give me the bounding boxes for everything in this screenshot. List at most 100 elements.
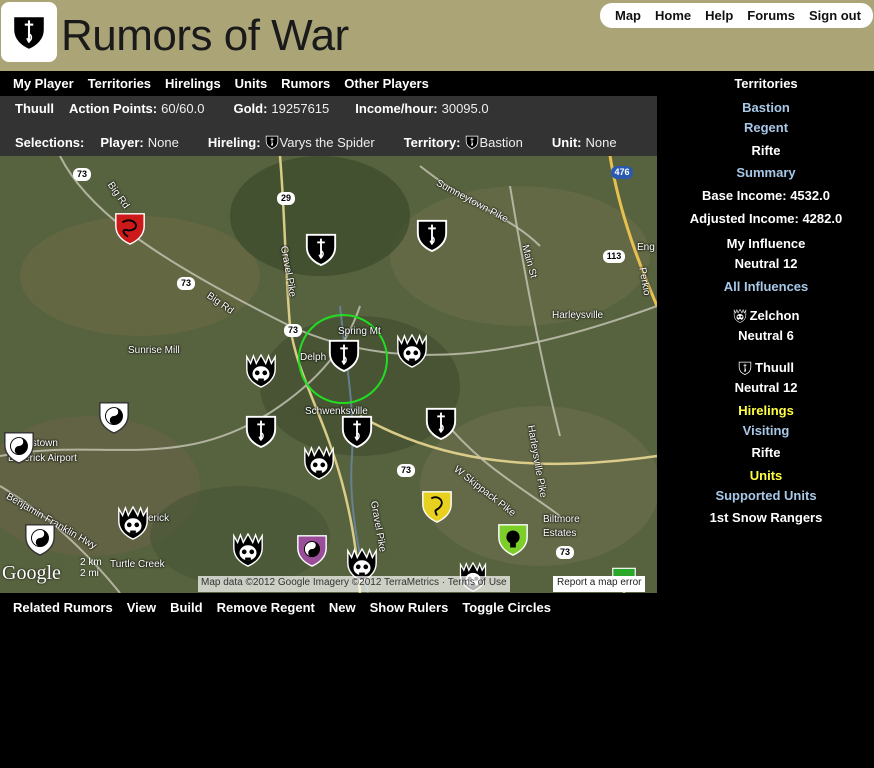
adjusted-income: Adjusted Income: 4282.0	[689, 211, 843, 226]
shield-dagger-icon[interactable]	[304, 230, 338, 268]
hirelings-heading[interactable]: Hirelings	[660, 401, 872, 421]
main-menu: My Player Territories Hirelings Units Ru…	[0, 71, 657, 96]
income-value: 30095.0	[441, 101, 489, 116]
menu-other-players[interactable]: Other Players	[344, 76, 429, 91]
skull-flame-icon[interactable]	[244, 352, 278, 390]
sel-territory-value[interactable]: Bastion	[480, 135, 523, 150]
shield-dagger-icon	[10, 10, 48, 54]
panel-heading: Territories	[734, 76, 798, 91]
status-row: Thuull Action Points: 60/60.0 Gold: 1925…	[15, 101, 489, 116]
map-label: Delph	[300, 352, 327, 363]
nav-forums[interactable]: Forums	[747, 8, 795, 23]
shield-dagger-icon[interactable]	[244, 412, 278, 450]
my-influence-value: Neutral 12	[734, 256, 798, 271]
menu-hirelings[interactable]: Hirelings	[165, 76, 221, 91]
territory-shield-icon	[465, 134, 479, 150]
nav-home[interactable]: Home	[655, 8, 691, 23]
top-nav: Map Home Help Forums Sign out	[600, 3, 873, 28]
visiting-link[interactable]: Visiting	[660, 421, 872, 441]
map-label: erick	[148, 513, 170, 524]
selections-row: Selections: Player: None Hireling: Varys…	[15, 134, 617, 150]
sel-player-value[interactable]: None	[148, 135, 179, 150]
yin-yang-shield-icon[interactable]	[2, 428, 36, 466]
base-income: Base Income: 4532.0	[702, 188, 830, 203]
gold-value: 19257615	[271, 101, 330, 116]
thuull-name: Thuull	[755, 360, 794, 375]
gold-label: Gold:	[233, 101, 268, 116]
nav-sign-out[interactable]: Sign out	[809, 8, 861, 23]
yin-yang-shield-icon[interactable]	[23, 520, 57, 558]
influence-thuull: Thuull	[660, 358, 872, 378]
sel-unit-label: Unit:	[551, 134, 582, 150]
unit-name: 1st Snow Rangers	[709, 510, 823, 525]
map-label: Biltmore	[543, 514, 580, 525]
purple-yin-yang-shield-icon[interactable]	[295, 531, 329, 569]
green-skull-shield-icon[interactable]	[496, 520, 530, 558]
action-points-value: 60/60.0	[161, 101, 205, 116]
map-actions: Related Rumors View Build Remove Regent …	[0, 597, 657, 617]
route-shield: 29	[277, 192, 295, 205]
selections-label: Selections:	[15, 134, 85, 150]
route-shield: 73	[73, 168, 91, 181]
google-logo[interactable]: Google	[2, 562, 61, 585]
scale-km: 2 km	[80, 557, 102, 568]
skull-flame-icon[interactable]	[116, 504, 150, 542]
new-button[interactable]: New	[329, 600, 356, 615]
nav-map[interactable]: Map	[615, 8, 641, 23]
menu-territories[interactable]: Territories	[88, 76, 151, 91]
hireling-shield-icon	[265, 134, 279, 150]
shield-dagger-icon[interactable]	[415, 216, 449, 254]
map-label: Harleysville	[552, 310, 604, 321]
regent-name: Rifte	[751, 143, 781, 158]
route-shield: 73	[397, 464, 415, 477]
all-influences-link[interactable]: All Influences	[660, 277, 872, 297]
summary-link[interactable]: Summary	[660, 163, 872, 183]
logo[interactable]	[1, 2, 57, 62]
status-bar: Thuull Action Points: 60/60.0 Gold: 1925…	[0, 96, 657, 156]
shield-dagger-icon[interactable]	[424, 404, 458, 442]
skull-flame-icon[interactable]	[395, 332, 429, 370]
income-label: Income/hour:	[355, 101, 438, 116]
skull-flame-icon	[733, 307, 747, 325]
site-title: Rumors of War	[61, 11, 349, 60]
thuull-value: Neutral 12	[734, 380, 798, 395]
remove-regent-button[interactable]: Remove Regent	[217, 600, 315, 615]
menu-my-player[interactable]: My Player	[13, 76, 74, 91]
skull-flame-icon[interactable]	[302, 444, 336, 482]
shield-dagger-icon[interactable]	[327, 336, 361, 374]
zelchon-name: Zelchon	[749, 308, 800, 323]
toggle-circles-button[interactable]: Toggle Circles	[462, 600, 551, 615]
supported-units-link[interactable]: Supported Units	[660, 486, 872, 506]
sel-hireling-label: Hireling:	[207, 134, 261, 150]
map-label: Eng	[637, 242, 655, 253]
map-label: Sunrise Mill	[128, 345, 180, 356]
visiting-name: Rifte	[751, 445, 781, 460]
units-heading[interactable]: Units	[660, 466, 872, 486]
scale-mi: 2 mi	[80, 568, 99, 579]
sel-unit-value[interactable]: None	[586, 135, 617, 150]
menu-units[interactable]: Units	[235, 76, 268, 91]
route-shield: 476	[611, 166, 633, 179]
build-button[interactable]: Build	[170, 600, 203, 615]
map-scale: 2 km 2 mi	[80, 557, 102, 579]
sel-hireling-value[interactable]: Varys the Spider	[280, 135, 375, 150]
related-rumors-button[interactable]: Related Rumors	[13, 600, 113, 615]
territory-link[interactable]: Bastion	[660, 98, 872, 118]
map-attribution[interactable]: Map data ©2012 Google Imagery ©2012 Terr…	[198, 576, 510, 592]
report-map-error-link[interactable]: Report a map error	[553, 576, 646, 592]
regent-link[interactable]: Regent	[660, 118, 872, 138]
nav-help[interactable]: Help	[705, 8, 733, 23]
shield-dagger-icon[interactable]	[340, 412, 374, 450]
route-shield: 73	[556, 546, 574, 559]
zelchon-value: Neutral 6	[738, 328, 794, 343]
satellite-map[interactable]: 73 29 73 73 73 476 113 73 Spring Mt Delp…	[0, 156, 657, 593]
yellow-creature-shield-icon[interactable]	[420, 487, 454, 525]
skull-flame-icon[interactable]	[231, 531, 265, 569]
view-button[interactable]: View	[127, 600, 156, 615]
yin-yang-shield-icon[interactable]	[97, 398, 131, 436]
site-header: Rumors of War Map Home Help Forums Sign …	[0, 0, 874, 71]
dragon-shield-icon[interactable]	[113, 209, 147, 247]
route-shield: 73	[177, 277, 195, 290]
menu-rumors[interactable]: Rumors	[281, 76, 330, 91]
show-rulers-button[interactable]: Show Rulers	[370, 600, 449, 615]
